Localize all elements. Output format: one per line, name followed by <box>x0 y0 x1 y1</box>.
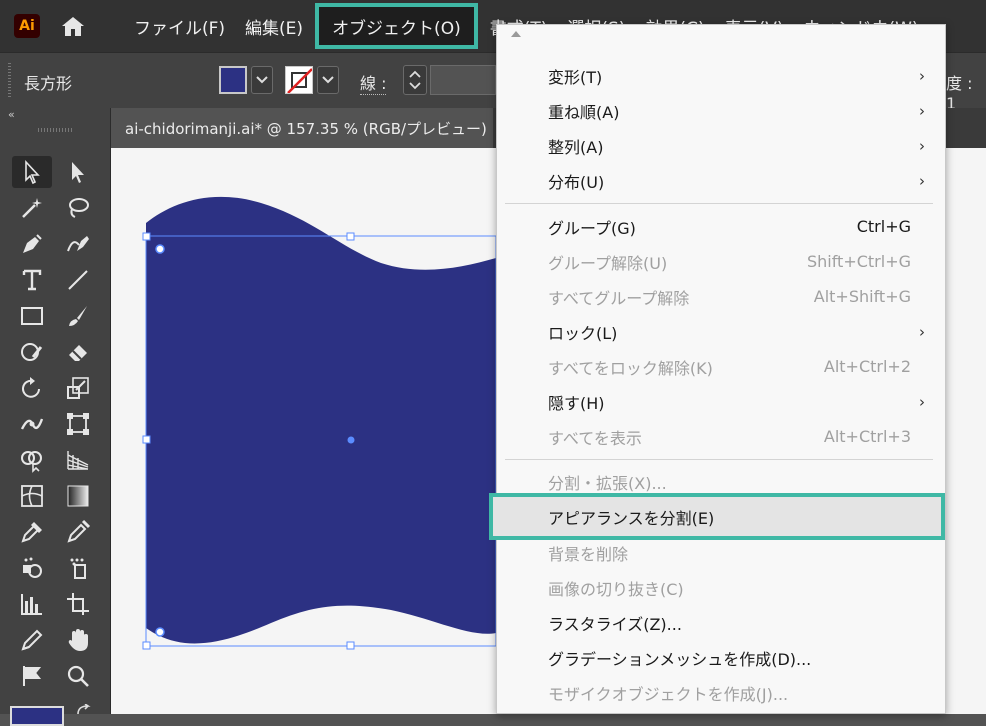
menu-item-unlock-all[interactable]: すべてをロック解除(K) Alt+Ctrl+2 <box>497 349 945 384</box>
bar-graph-tool-icon[interactable] <box>12 588 52 620</box>
eyedropper-tool-icon[interactable] <box>12 516 52 548</box>
chevron-right-icon: › <box>919 171 925 190</box>
handle-bottom-left[interactable] <box>142 641 151 650</box>
stroke-color-swatch[interactable] <box>285 66 313 94</box>
home-icon[interactable] <box>60 14 86 38</box>
selection-tool-icon[interactable] <box>12 156 52 188</box>
eraser-tool-icon[interactable] <box>58 336 98 368</box>
magic-wand-tool-icon[interactable] <box>12 192 52 224</box>
stroke-weight-label[interactable]: 線 : <box>360 70 387 95</box>
menu-separator <box>505 459 933 460</box>
scroll-up-arrow-icon[interactable] <box>511 31 521 37</box>
menu-item-expand-appearance[interactable]: アピアランスを分割(E) <box>489 493 945 540</box>
lasso-tool-icon[interactable] <box>58 192 98 224</box>
pen-tool-icon[interactable] <box>12 228 52 260</box>
swap-colors-icon[interactable] <box>76 704 94 716</box>
blend-tool-icon[interactable] <box>58 516 98 548</box>
free-transform-tool-icon[interactable] <box>58 408 98 440</box>
menu-item-create-object-mosaic[interactable]: モザイクオブジェクトを作成(J)... <box>497 675 945 710</box>
stepper-arrows-icon <box>409 70 421 90</box>
menu-item-distribute[interactable]: 分布(U) › <box>497 163 945 198</box>
curvature-tool-icon[interactable] <box>58 228 98 260</box>
scale-tool-icon[interactable] <box>58 372 98 404</box>
tools-panel: « <box>0 108 111 726</box>
selection-type-label: 長方形 <box>24 74 73 93</box>
puppet-warp-tool-icon[interactable] <box>12 660 52 692</box>
menu-separator <box>505 203 933 204</box>
stroke-dropdown-button[interactable] <box>317 66 339 94</box>
menu-item-create-gradient-mesh[interactable]: グラデーションメッシュを作成(D)... <box>497 640 945 675</box>
menu-item-group[interactable]: グループ(G) Ctrl+G <box>497 209 945 244</box>
panel-grip[interactable] <box>8 63 11 97</box>
menu-file[interactable]: ファイル(F) <box>124 0 235 52</box>
line-tool-icon[interactable] <box>58 264 98 296</box>
menu-item-crop-image[interactable]: 画像の切り抜き(C) <box>497 570 945 605</box>
menu-item-hide[interactable]: 隠す(H) › <box>497 384 945 419</box>
handle-left-middle[interactable] <box>142 435 151 444</box>
corner-widget-bottom[interactable] <box>155 627 165 637</box>
symbol-sprayer-tool-icon[interactable] <box>12 552 52 584</box>
menu-item-remove-background[interactable]: 背景を削除 <box>497 535 945 570</box>
chevron-down-icon <box>256 76 268 84</box>
app-logo[interactable]: Ai <box>14 14 40 38</box>
center-point <box>347 436 355 444</box>
opacity-label[interactable]: 度 : 1 <box>946 70 986 113</box>
no-stroke-icon <box>287 68 312 93</box>
menu-item-arrange[interactable]: 重ね順(A) › <box>497 93 945 128</box>
chevron-right-icon: › <box>919 66 925 85</box>
gradient-tool-icon[interactable] <box>58 480 98 512</box>
menu-item-ungroup[interactable]: グループ解除(U) Shift+Ctrl+G <box>497 244 945 279</box>
rotate-tool-icon[interactable] <box>12 372 52 404</box>
menu-object[interactable]: オブジェクト(O) <box>315 3 478 49</box>
fill-dropdown-button[interactable] <box>251 66 273 94</box>
shape-builder-tool-icon[interactable] <box>12 444 52 476</box>
shaper-tool-icon[interactable] <box>12 336 52 368</box>
handle-top-middle[interactable] <box>346 232 355 241</box>
type-tool-icon[interactable] <box>12 264 52 296</box>
menu-item-lock[interactable]: ロック(L) › <box>497 314 945 349</box>
width-tool-icon[interactable] <box>12 408 52 440</box>
paintbrush-tool-icon[interactable] <box>58 300 98 332</box>
handle-top-left[interactable] <box>142 232 151 241</box>
chevron-right-icon: › <box>919 136 925 155</box>
handle-bottom-middle[interactable] <box>346 641 355 650</box>
panel-grip[interactable] <box>38 128 72 132</box>
chevron-right-icon: › <box>919 392 925 411</box>
menu-item-show-all[interactable]: すべてを表示 Alt+Ctrl+3 <box>497 419 945 454</box>
rectangle-tool-icon[interactable] <box>12 300 52 332</box>
search-icon[interactable] <box>58 660 98 692</box>
hand-tool-icon[interactable] <box>58 624 98 656</box>
chevron-right-icon: › <box>919 101 925 120</box>
menu-item-rasterize[interactable]: ラスタライズ(Z)... <box>497 605 945 640</box>
collapse-panel-icon[interactable]: « <box>8 108 15 121</box>
column-graph-tool-icon[interactable] <box>58 552 98 584</box>
chevron-down-icon <box>322 76 334 84</box>
menu-edit[interactable]: 編集(E) <box>235 0 313 52</box>
mesh-tool-icon[interactable] <box>12 480 52 512</box>
direct-selection-tool-icon[interactable] <box>58 156 98 188</box>
fill-color-indicator[interactable] <box>10 706 64 726</box>
artwork[interactable] <box>111 148 496 714</box>
menu-item-ungroup-all[interactable]: すべてグループ解除 Alt+Shift+G <box>497 279 945 314</box>
artboard-tool-icon[interactable] <box>58 588 98 620</box>
chevron-right-icon: › <box>919 322 925 341</box>
document-tab[interactable]: ai-chidorimanji.ai* @ 157.35 % (RGB/プレビュ… <box>111 108 493 148</box>
menu-item-align[interactable]: 整列(A) › <box>497 128 945 163</box>
perspective-grid-tool-icon[interactable] <box>58 444 98 476</box>
corner-widget-top[interactable] <box>155 244 165 254</box>
stroke-weight-input[interactable] <box>430 65 496 95</box>
slice-tool-icon[interactable] <box>12 624 52 656</box>
stroke-weight-stepper[interactable] <box>403 65 427 95</box>
menu-item-transform[interactable]: 変形(T) › <box>497 58 945 93</box>
wave-flag-shape[interactable] <box>146 196 496 644</box>
object-menu-dropdown: 変形(T) › 重ね順(A) › 整列(A) › 分布(U) › グループ(G)… <box>489 24 946 714</box>
fill-color-swatch[interactable] <box>219 66 247 94</box>
